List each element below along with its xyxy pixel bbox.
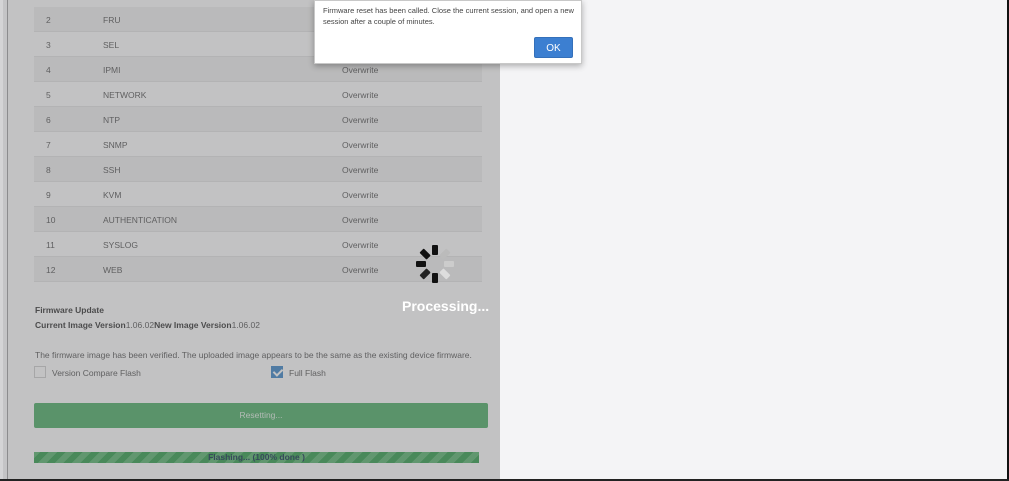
loading-spinner-icon xyxy=(416,245,454,283)
ok-button[interactable]: OK xyxy=(534,37,573,58)
processing-text: Processing... xyxy=(402,298,490,314)
dialog-message: Firmware reset has been called. Close th… xyxy=(323,6,574,26)
left-sidebar-strip xyxy=(0,0,7,481)
app-frame: 2 FRU 3 SEL 4 IPMI Overwrite 5 NETWORK Overwrite 6… xyxy=(0,0,1009,481)
alert-dialog: Firmware reset has been called. Close th… xyxy=(314,0,582,64)
right-pane xyxy=(500,0,1007,481)
processing-overlay xyxy=(8,0,500,481)
